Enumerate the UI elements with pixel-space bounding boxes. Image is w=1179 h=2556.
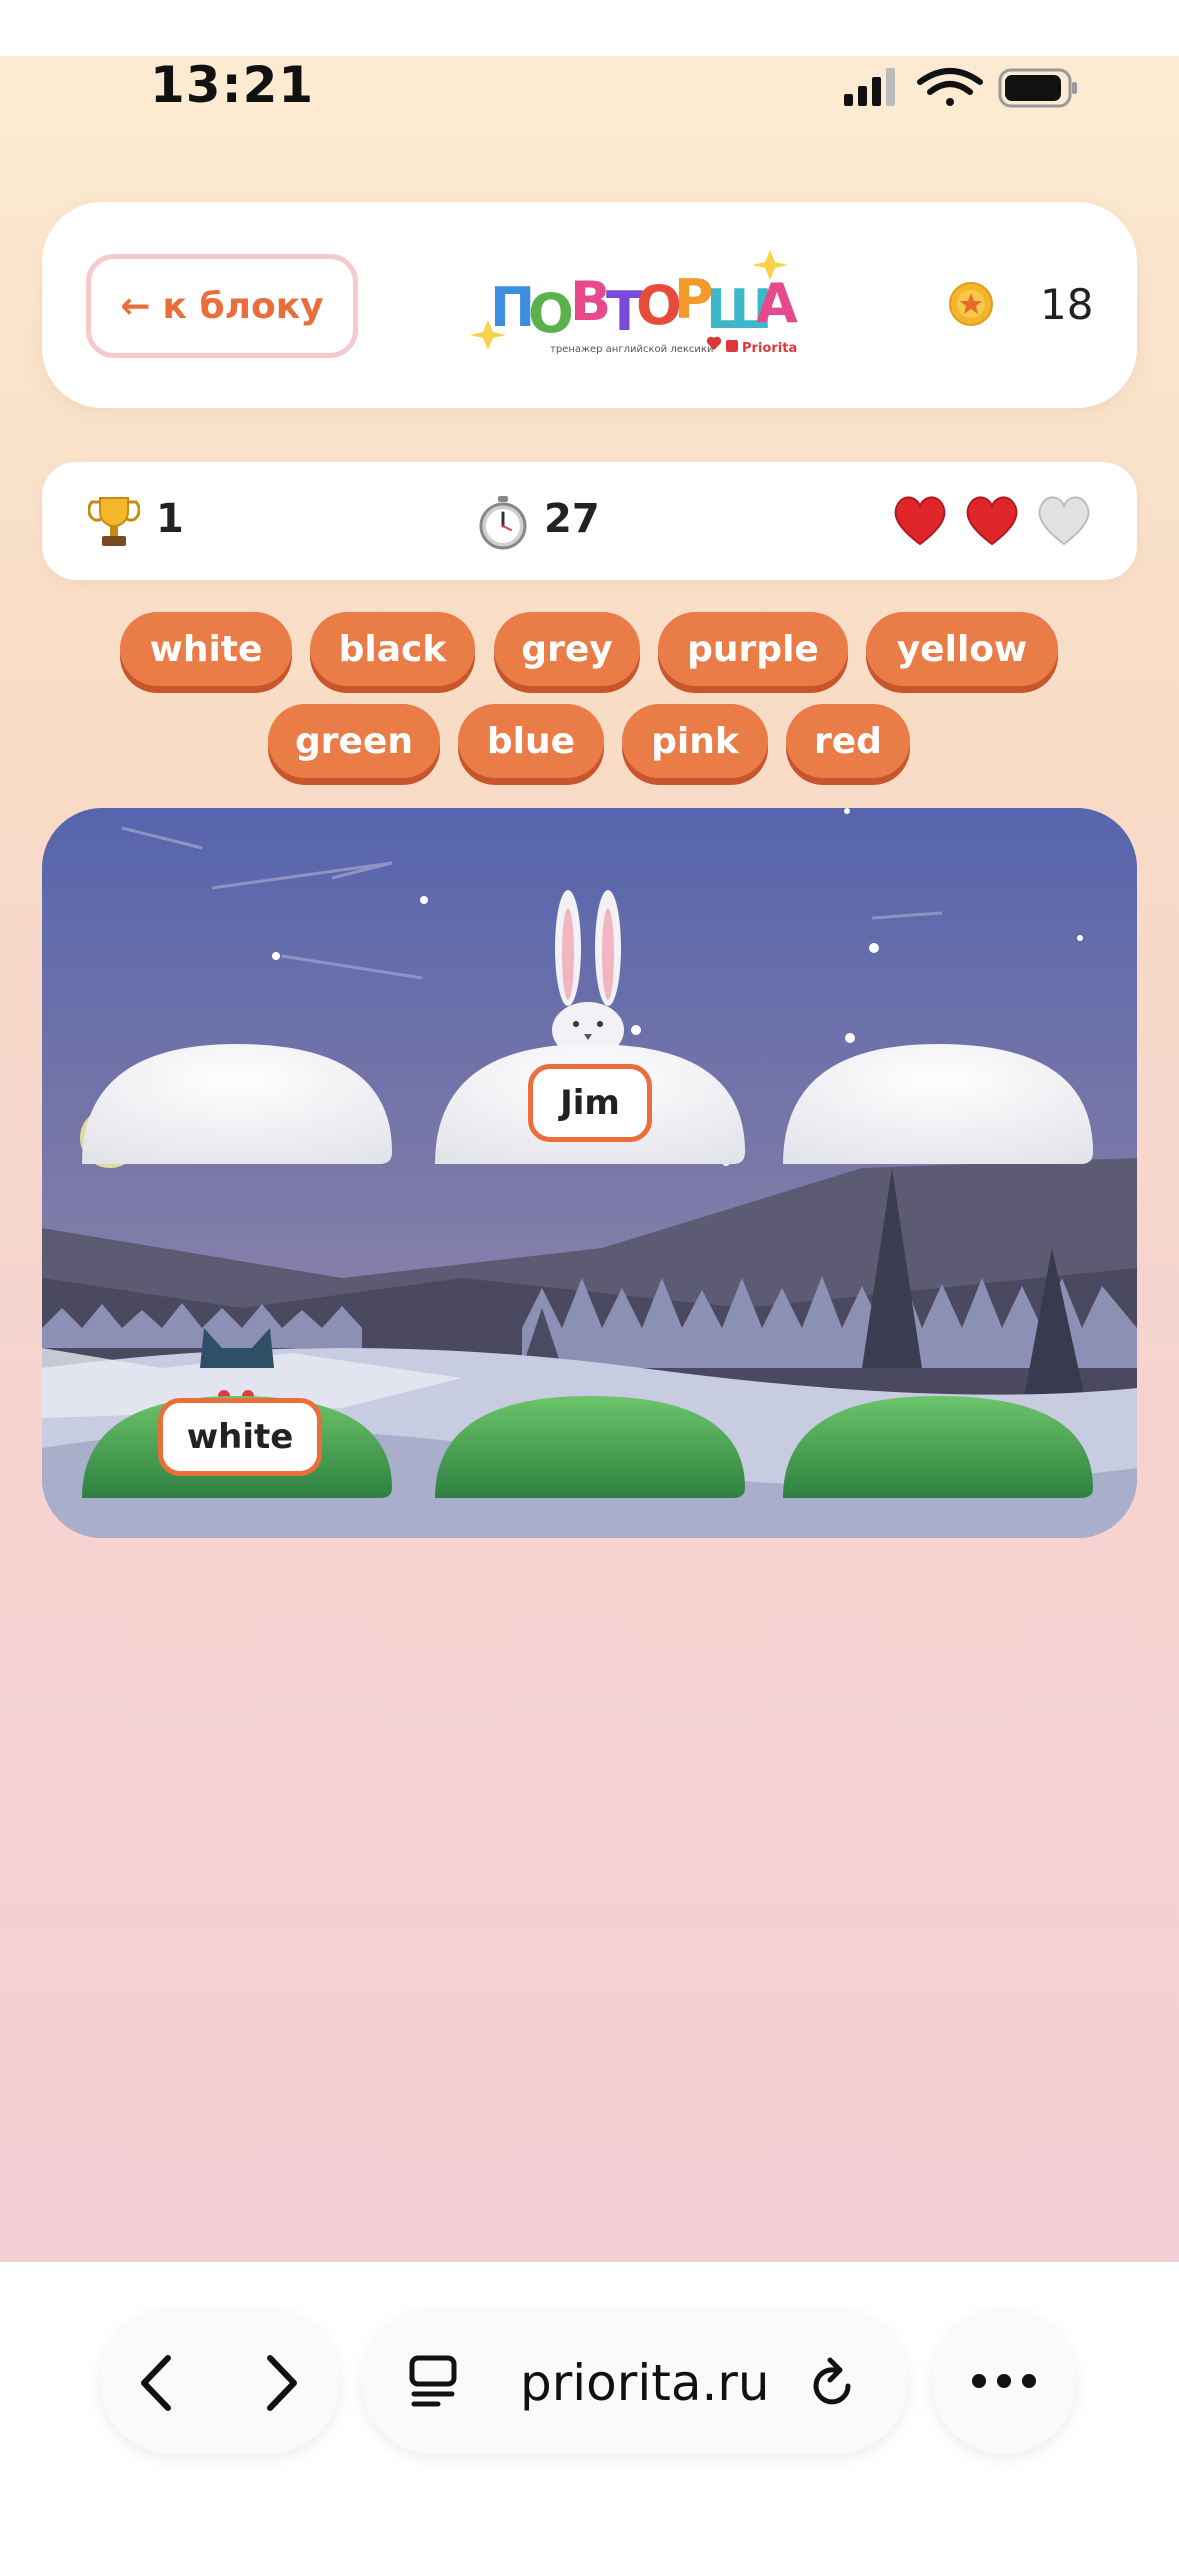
coin-count: 18 (1040, 280, 1094, 329)
snow-mound-label[interactable]: Jim (528, 1064, 652, 1142)
svg-text:В: В (570, 270, 611, 333)
svg-text:О: О (528, 282, 574, 345)
status-icons (844, 68, 1077, 108)
trophy-icon (88, 497, 140, 546)
svg-text:тренажер английской лексики: тренажер английской лексики (550, 344, 713, 355)
wifi-icon (917, 68, 983, 106)
battery-icon (998, 68, 1077, 108)
forward-chevron-icon[interactable] (262, 2352, 302, 2414)
svg-text:А: А (756, 272, 798, 335)
url-text[interactable]: priorita.ru (520, 2354, 770, 2412)
heart-empty-icon (1038, 496, 1090, 546)
word-chip-pink[interactable]: pink (622, 704, 768, 778)
heart-full-icon (966, 496, 1018, 546)
tabs-icon[interactable] (408, 2354, 460, 2410)
signal-icon (844, 68, 895, 106)
status-time: 13:21 (150, 56, 315, 114)
timer-value: 27 (544, 496, 600, 542)
word-chip-green[interactable]: green (268, 704, 440, 778)
word-chip-white[interactable]: white (120, 612, 292, 686)
score-value: 1 (156, 496, 184, 542)
back-to-block-button[interactable]: ← к блоку (86, 254, 358, 358)
game-scene: Jim white (42, 808, 1137, 1538)
word-chip-purple[interactable]: purple (658, 612, 848, 686)
reload-icon[interactable] (808, 2356, 860, 2412)
povtoryusha-logo: П О В Т О Р Ш А тренажер английской лекс… (470, 250, 798, 356)
word-chip-yellow[interactable]: yellow (866, 612, 1058, 686)
word-chip-grey[interactable]: grey (494, 612, 640, 686)
grass-mound-label[interactable]: white (158, 1398, 322, 1476)
coin-icon (949, 282, 993, 326)
back-button-label: к блоку (162, 285, 324, 327)
word-chip-blue[interactable]: blue (458, 704, 604, 778)
svg-text:Priorita: Priorita (742, 341, 797, 356)
word-chip-red[interactable]: red (786, 704, 910, 778)
word-chip-black[interactable]: black (310, 612, 475, 686)
heart-full-icon (894, 496, 946, 546)
arrow-left-icon: ← (120, 285, 151, 327)
stopwatch-icon (479, 496, 527, 550)
more-dots-icon (972, 2374, 1036, 2388)
back-chevron-icon[interactable] (136, 2352, 176, 2414)
